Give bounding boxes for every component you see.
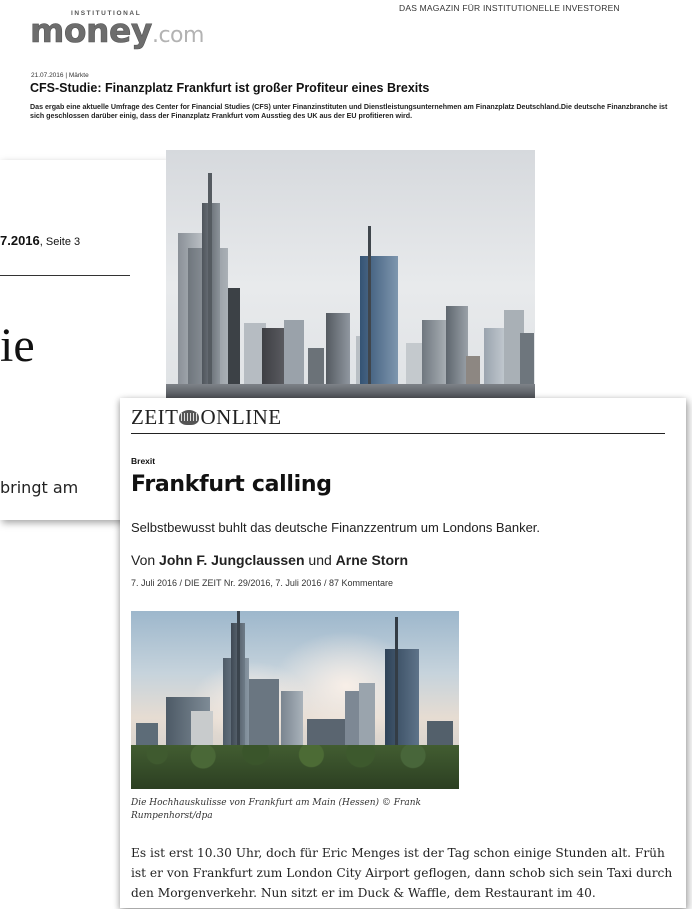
np-date: 7.2016: [0, 233, 40, 248]
zeit-article-meta[interactable]: 7. Juli 2016 / DIE ZEIT Nr. 29/2016, 7. …: [131, 578, 393, 588]
zeit-online-clipping: ZEIT ONLINE Brexit Frankfurt calling Selb…: [120, 398, 686, 908]
np-date-line: 7.2016, Seite 3: [0, 233, 80, 248]
author-link-2[interactable]: Arne Storn: [336, 552, 408, 568]
im-article-lead: Das ergab eine aktuelle Umfrage des Cent…: [30, 103, 668, 120]
zeit-kicker[interactable]: Brexit: [131, 456, 155, 466]
institutional-money-logo[interactable]: INSTITUTIONAL money.com: [30, 8, 270, 50]
np-page: , Seite 3: [39, 236, 81, 248]
np-headline-fragment: ie: [0, 319, 35, 372]
im-article-title[interactable]: CFS-Studie: Finanzplatz Frankfurt ist gr…: [30, 81, 429, 95]
np-divider: [0, 275, 130, 276]
zeit-online-logo[interactable]: ZEIT ONLINE: [131, 406, 282, 428]
skyline-photo-2: [131, 611, 459, 789]
np-text-fragment: bringt am: [0, 478, 79, 497]
author-link-1[interactable]: John F. Jungclaussen: [159, 552, 304, 568]
im-article-meta: 21.07.2016 | Märkte: [31, 72, 89, 79]
im-logo-domain: .com: [151, 23, 204, 48]
byline-prefix: Von: [131, 552, 160, 568]
zeit-header-rule: [131, 433, 665, 434]
im-logo-word: money: [30, 11, 153, 50]
im-logo-big: money.com: [30, 11, 205, 53]
im-tagline: DAS MAGAZIN FÜR INSTITUTIONELLE INVESTOR…: [399, 3, 620, 13]
zeit-headline[interactable]: Frankfurt calling: [131, 472, 332, 497]
article-body: Es ist erst 10.30 Uhr, doch für Eric Men…: [131, 846, 673, 900]
eagle-icon: [179, 410, 200, 425]
byline-conjunction: und: [304, 552, 336, 568]
zeit-logo-right: ONLINE: [200, 405, 282, 429]
skyline-photo-1: [166, 150, 535, 398]
zeit-byline: Von John F. Jungclaussen und Arne Storn: [131, 552, 408, 568]
photo-caption: Die Hochhauskulisse von Frankfurt am Mai…: [131, 798, 421, 821]
institutional-money-clipping: DAS MAGAZIN FÜR INSTITUTIONELLE INVESTOR…: [0, 0, 692, 160]
zeit-logo-left: ZEIT: [131, 405, 179, 429]
zeit-summary: Selbstbewusst buhlt das deutsche Finanzz…: [131, 520, 541, 535]
